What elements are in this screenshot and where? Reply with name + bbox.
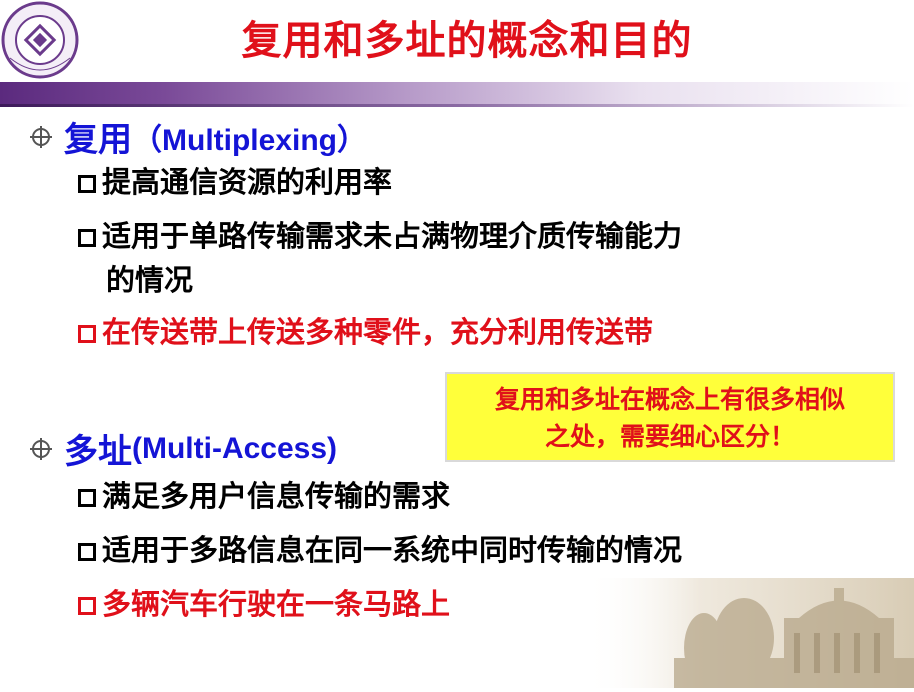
section-multi-access-heading: 多址 (Multi-Access) [30,424,337,473]
crosshair-bullet-icon [30,125,52,148]
square-bullet-icon [78,175,96,193]
campus-building-image [584,578,914,688]
list-item-highlight: 多辆汽车行驶在一条马路上 [78,582,450,626]
heading-cn: 多址 [64,432,132,472]
list-item: 提高通信资源的利用率 [78,160,392,204]
list-item: 满足多用户信息传输的需求 [78,474,450,518]
list-item: 适用于多路信息在同一系统中同时传输的情况 [78,528,682,572]
slide-title: 复用和多址的概念和目的 [241,18,693,64]
section-multiplexing-heading: 复用 （Multiplexing） [30,112,367,161]
heading-en: （Multiplexing） [132,123,367,157]
square-bullet-icon [78,325,96,343]
callout-line-1: 复用和多址在概念上有很多相似 [494,385,845,414]
list-item: 适用于单路传输需求未占满物理介质传输能力 的情况 [78,214,682,302]
list-item-highlight: 在传送带上传送多种零件，充分利用传送带 [78,310,653,354]
square-bullet-icon [78,543,96,561]
heading-en: (Multi-Access) [132,431,338,465]
crosshair-bullet-icon [30,437,52,460]
square-bullet-icon [78,597,96,615]
list-item-continuation: 的情况 [106,263,194,297]
callout-note: 复用和多址在概念上有很多相似 之处，需要细心区分！ [445,372,895,462]
callout-line-2: 之处，需要细心区分！ [544,422,795,451]
square-bullet-icon [78,489,96,507]
square-bullet-icon [78,229,96,247]
header-divider [0,104,914,107]
header-bar [0,82,914,104]
heading-cn: 复用 [64,120,132,160]
